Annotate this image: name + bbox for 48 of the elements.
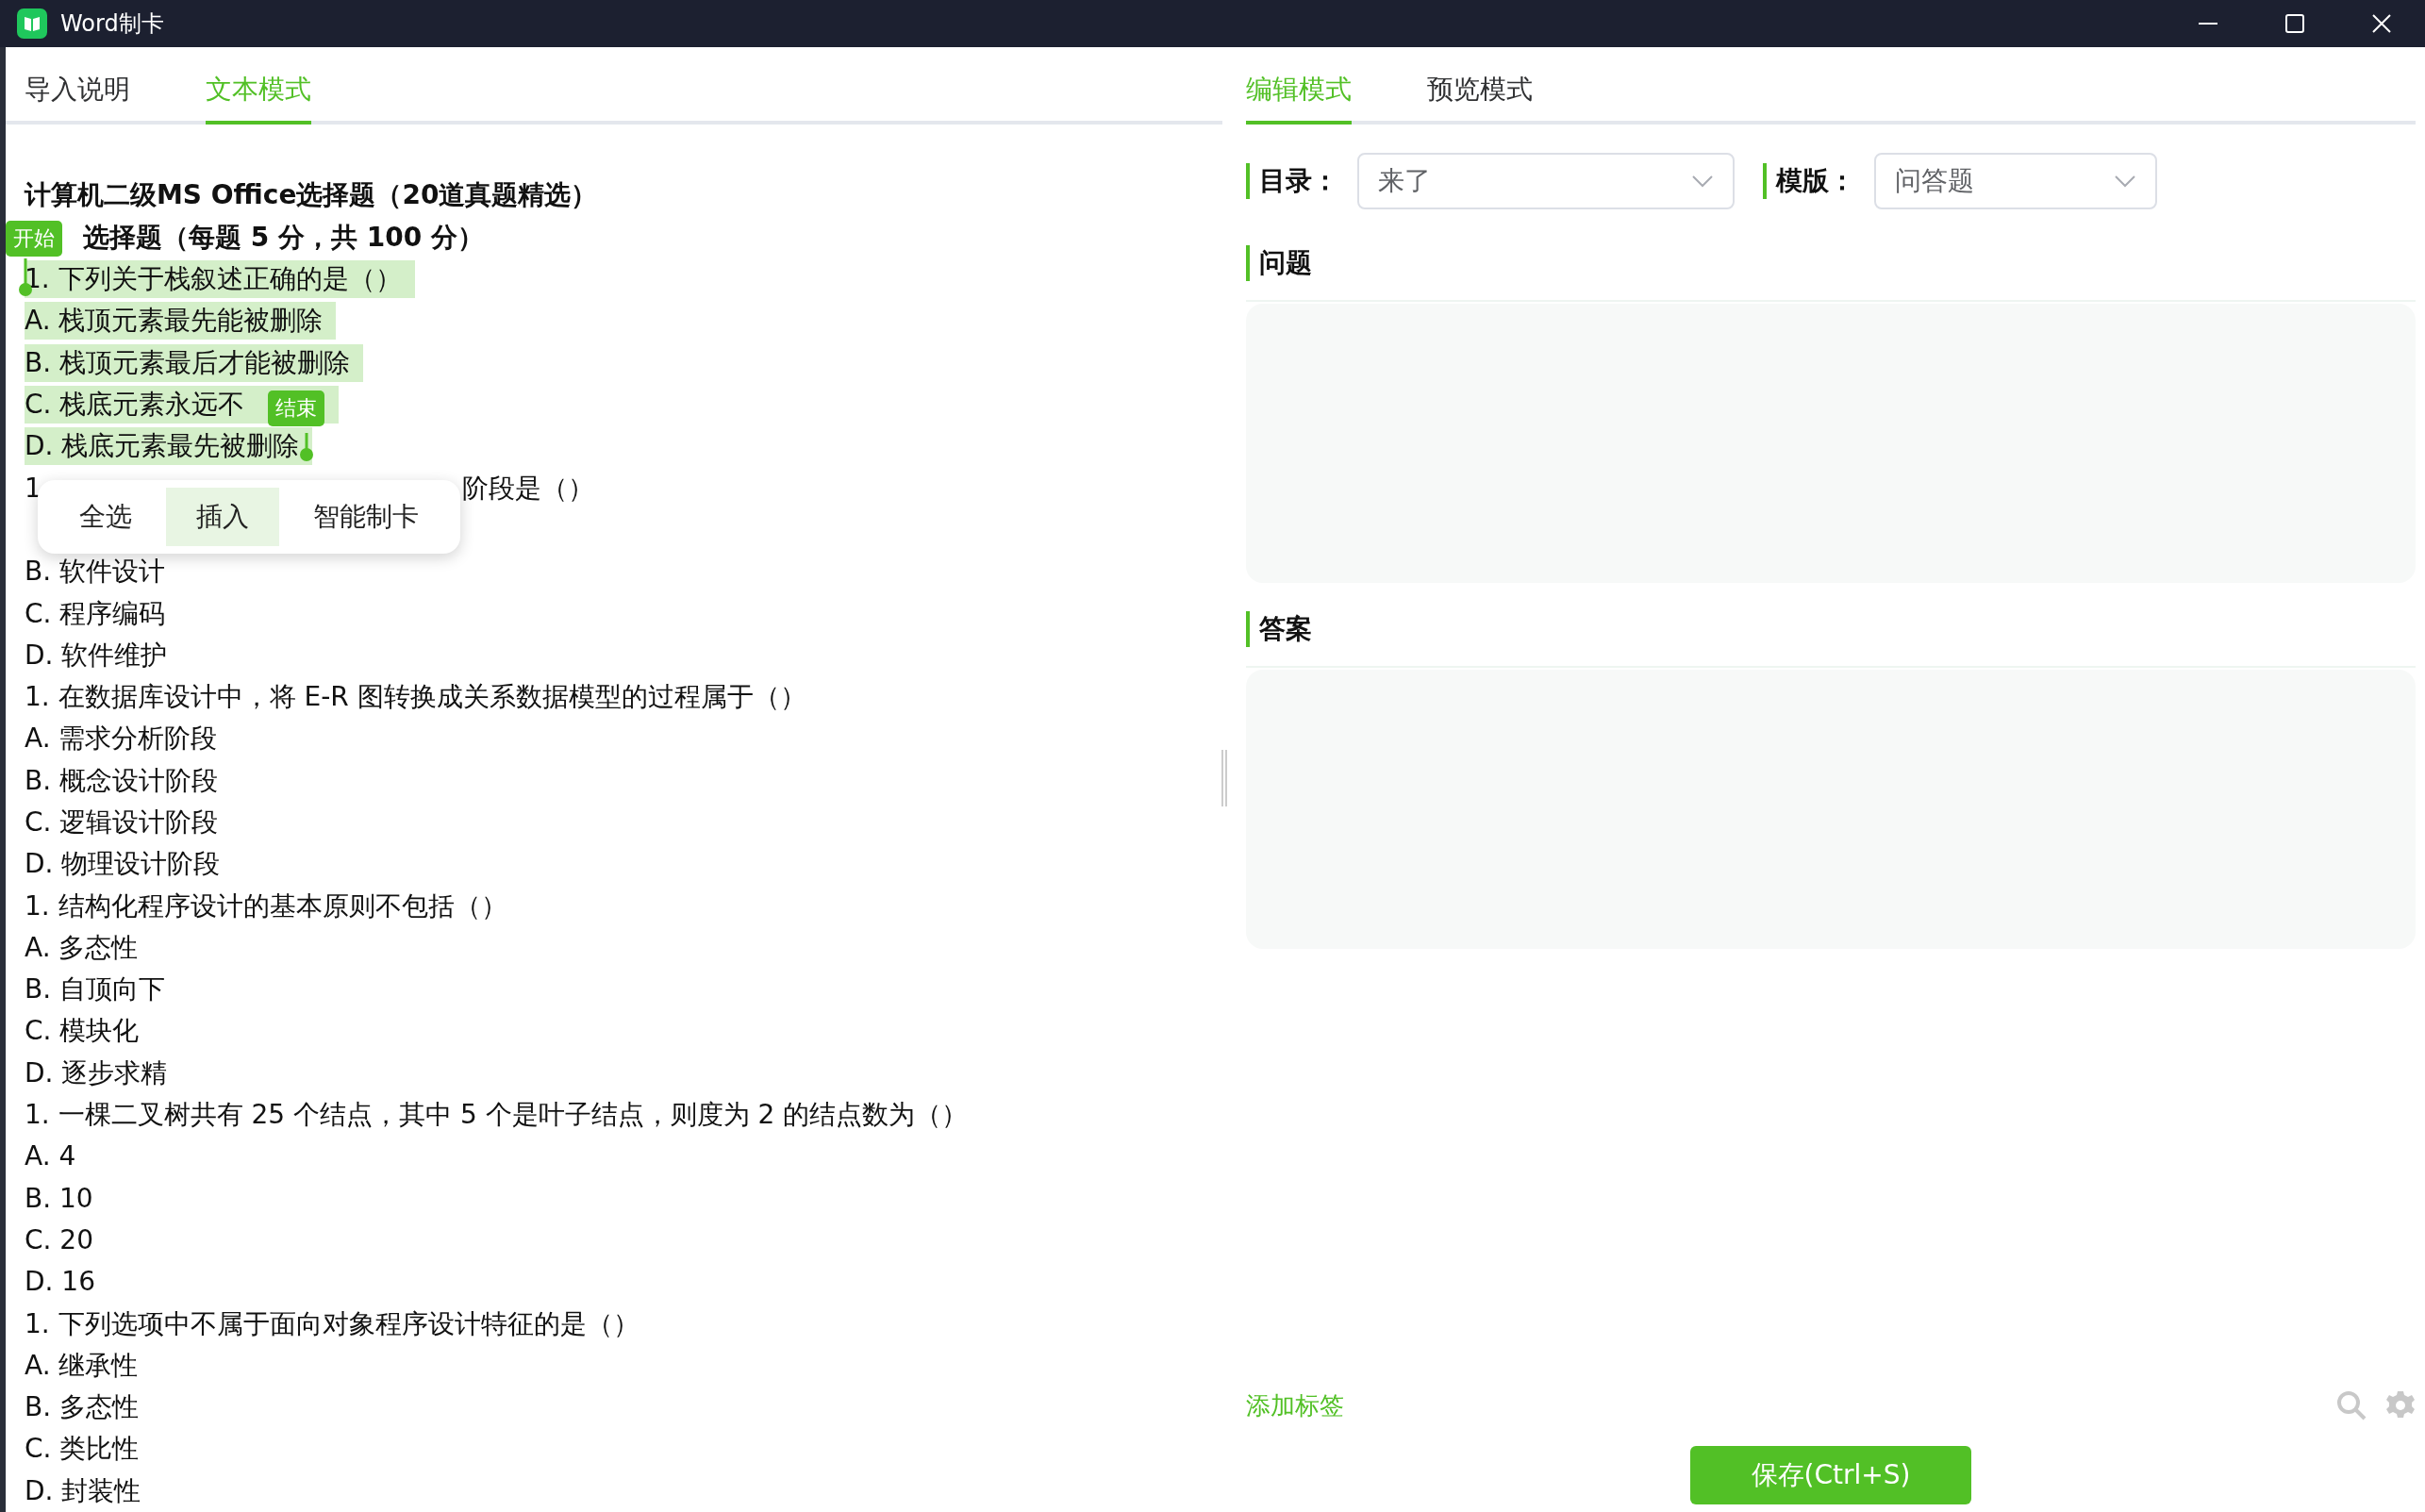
document-line: C. 类比性	[25, 1432, 140, 1467]
document-line: B. 软件设计	[25, 555, 165, 590]
document-line: D. 软件维护	[25, 638, 168, 673]
maximize-icon[interactable]	[2284, 13, 2305, 34]
document-line: C. 20	[25, 1222, 93, 1257]
section-label: 问题	[1246, 245, 1312, 281]
window-title: Word制卡	[60, 9, 164, 39]
document-line: C. 逻辑设计阶段	[25, 806, 219, 839]
document-line: B. 概念设计阶段	[25, 763, 218, 798]
document-line: B. 10	[25, 1181, 93, 1216]
close-icon[interactable]	[2371, 13, 2392, 34]
field-label: 目录：	[1246, 163, 1338, 199]
selection-handle-icon[interactable]	[300, 433, 313, 462]
document-line: A. 继承性	[25, 1348, 139, 1383]
document-line: C. 模块化	[25, 1014, 140, 1049]
document-line: C. 程序编码	[25, 596, 166, 631]
document-line: 1. 在数据库设计中，将 E-R 图转换成关系数据模型的过程属于（）	[25, 680, 806, 715]
settings-icon[interactable]	[2385, 1390, 2416, 1421]
document-line: 1. 一棵二叉树共有 25 个结点，其中 5 个是叶子结点，则度为 2 的结点数为（）	[25, 1098, 969, 1133]
document-title: 计算机二级MS Office选择题（20道真题精选）	[25, 178, 599, 212]
document-line: A. 4	[25, 1139, 76, 1174]
section-heading: 选择题（每题 5 分，共 100 分）	[83, 221, 485, 255]
select-value: 来了	[1378, 164, 1431, 198]
app-book-icon	[17, 8, 47, 39]
document-line: D. 16	[25, 1265, 95, 1300]
document-line: 阶段是（）	[461, 471, 594, 506]
document-line: D. 封装性	[25, 1473, 141, 1508]
catalog-select[interactable]: 来了	[1357, 153, 1735, 209]
menu-item[interactable]: 插入	[166, 488, 279, 547]
document-line: D. 逐步求精	[25, 1055, 168, 1090]
section-label: 答案	[1246, 611, 1312, 647]
tab[interactable]: 导入说明	[25, 72, 130, 125]
splitter-handle-icon[interactable]	[1221, 750, 1228, 806]
document-line: D. 物理设计阶段	[25, 847, 221, 882]
search-icon[interactable]	[2336, 1390, 2367, 1421]
chevron-down-icon	[2114, 174, 2136, 188]
document-line: B. 自顶向下	[25, 972, 165, 1007]
select-value: 问答题	[1895, 164, 1974, 198]
field-label: 模版：	[1763, 163, 1855, 199]
document-line: 1	[25, 471, 42, 506]
tab[interactable]: 预览模式	[1427, 72, 1533, 125]
chevron-down-icon	[1691, 174, 1714, 188]
document-line: 1. 下列选项中不属于面向对象程序设计特征的是（）	[25, 1306, 639, 1341]
document-line: 1. 结构化程序设计的基本原则不包括（）	[25, 889, 507, 923]
template-select[interactable]: 问答题	[1874, 153, 2157, 209]
document-line: A. 多态性	[25, 930, 139, 965]
document-line: B. 多态性	[25, 1390, 139, 1425]
document-line: A. 需求分析阶段	[25, 722, 218, 756]
